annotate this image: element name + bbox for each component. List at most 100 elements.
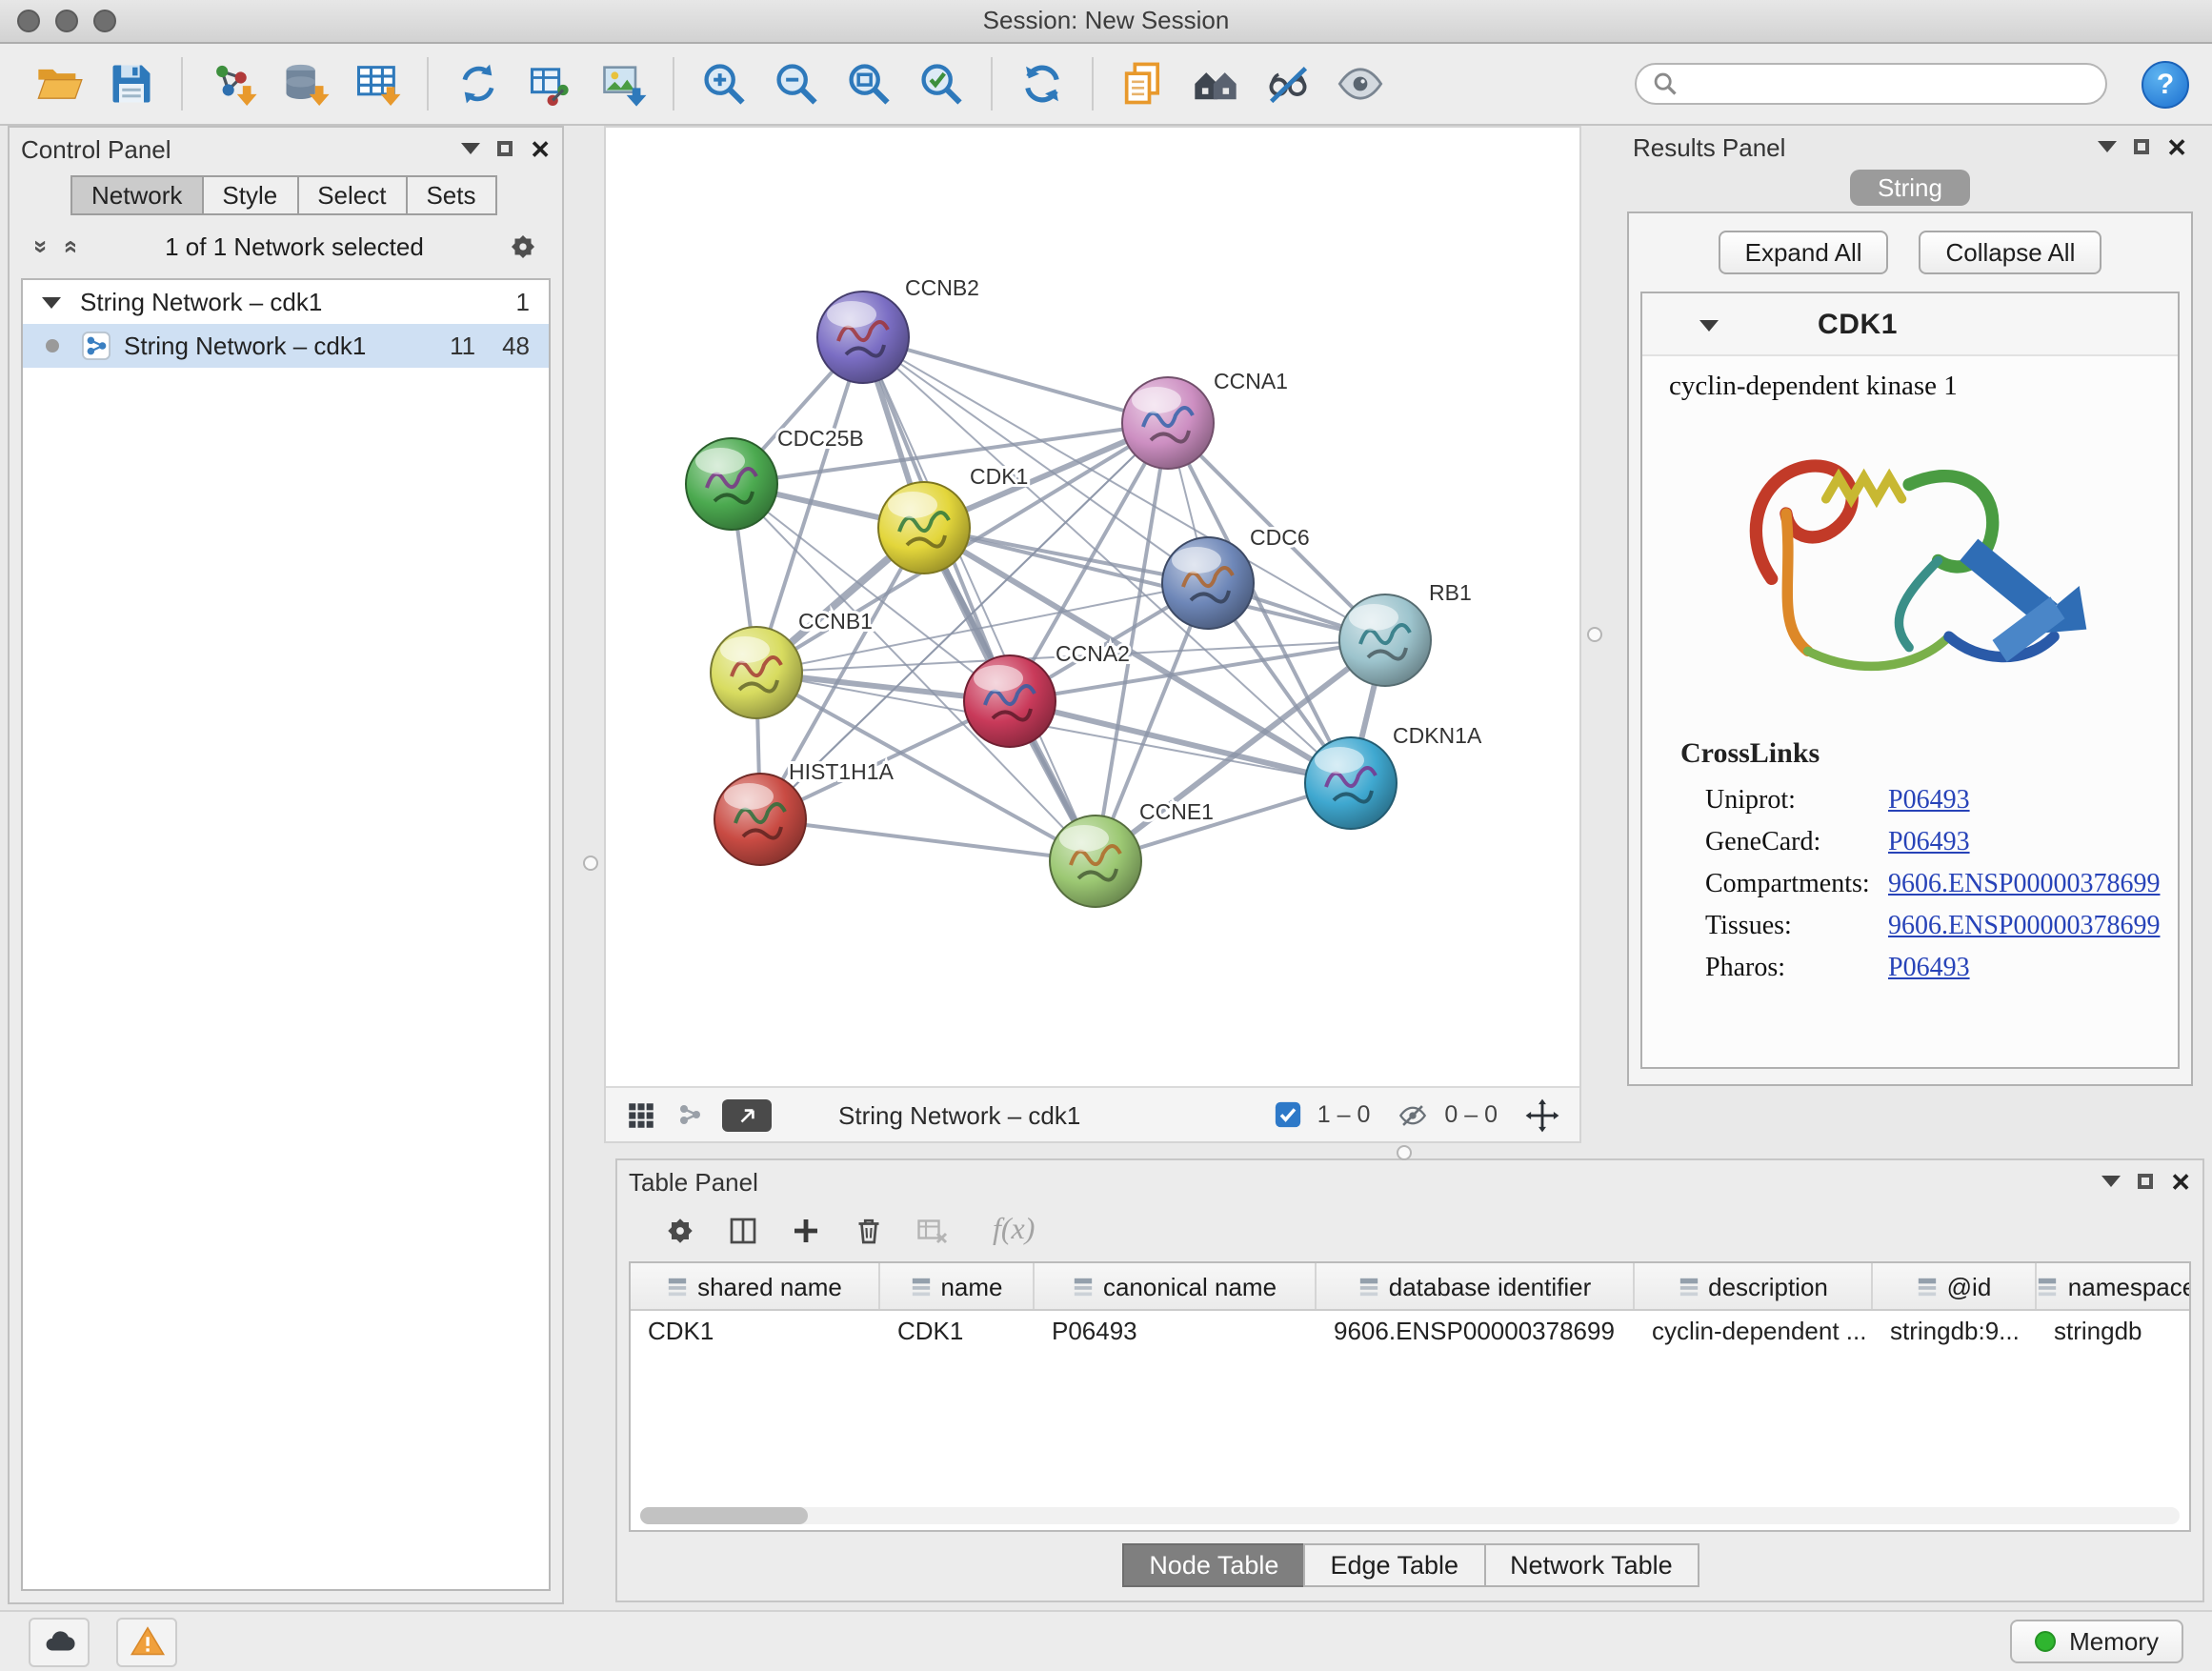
tab-node-table[interactable]: Node Table bbox=[1122, 1543, 1305, 1587]
function-builder-button[interactable]: f(x) bbox=[993, 1214, 1035, 1248]
home-networks-button[interactable] bbox=[1183, 51, 1248, 116]
tab-edge-table[interactable]: Edge Table bbox=[1303, 1543, 1485, 1587]
network-collection-row[interactable]: String Network – cdk1 1 bbox=[23, 280, 549, 324]
network-edge[interactable] bbox=[863, 337, 1096, 861]
network-node-HIST1H1A[interactable]: HIST1H1A bbox=[714, 759, 895, 865]
table-cell[interactable]: 9606.ENSP00000378699 bbox=[1317, 1311, 1635, 1353]
crosslink-link[interactable]: P06493 bbox=[1888, 955, 1970, 985]
tab-network-table[interactable]: Network Table bbox=[1483, 1543, 1699, 1587]
table-cell[interactable]: cyclin-dependent ... bbox=[1635, 1311, 1873, 1353]
network-edge[interactable] bbox=[760, 819, 1096, 861]
hide-graphics-details-button[interactable] bbox=[1256, 51, 1320, 116]
column-header[interactable]: canonical name bbox=[1035, 1263, 1317, 1309]
export-image-button[interactable] bbox=[591, 51, 655, 116]
expand-all-icon[interactable]: » bbox=[54, 233, 83, 260]
tab-style[interactable]: Style bbox=[201, 175, 298, 215]
horizontal-splitter-handle[interactable] bbox=[1397, 1145, 1412, 1160]
tab-sets[interactable]: Sets bbox=[405, 175, 496, 215]
pan-move-icon[interactable] bbox=[1524, 1097, 1560, 1133]
network-node-CDC6[interactable]: CDC6 bbox=[1162, 525, 1310, 629]
panel-close-icon[interactable]: ✕ bbox=[2170, 1169, 2191, 1194]
gene-disclosure-icon[interactable] bbox=[1699, 319, 1719, 331]
help-button[interactable]: ? bbox=[2142, 60, 2189, 108]
collection-disclosure-icon[interactable] bbox=[42, 296, 61, 308]
grid-view-icon[interactable] bbox=[625, 1098, 657, 1131]
birdseye-view-button[interactable] bbox=[722, 1098, 772, 1131]
delete-column-icon[interactable] bbox=[852, 1214, 886, 1248]
table-cell[interactable]: CDK1 bbox=[631, 1311, 880, 1353]
column-header[interactable]: description bbox=[1635, 1263, 1873, 1309]
network-canvas[interactable]: CCNB2CCNA1CDC25BCDK1CDC6RB1CCNB1CCNA2CDK… bbox=[606, 128, 1579, 1086]
panel-menu-icon[interactable] bbox=[461, 143, 480, 154]
help-question-icon: ? bbox=[2157, 68, 2174, 100]
panel-float-icon[interactable] bbox=[2134, 139, 2149, 154]
panel-float-icon[interactable] bbox=[2138, 1174, 2153, 1189]
open-session-button[interactable] bbox=[27, 51, 91, 116]
left-splitter-handle[interactable] bbox=[583, 856, 598, 871]
panel-menu-icon[interactable] bbox=[2101, 1176, 2121, 1187]
zoom-out-button[interactable] bbox=[764, 51, 829, 116]
crosslink-link[interactable]: P06493 bbox=[1888, 829, 1970, 859]
save-session-button[interactable] bbox=[99, 51, 164, 116]
crosslink-link[interactable]: 9606.ENSP00000378699 bbox=[1888, 871, 2160, 901]
collection-count: 1 bbox=[516, 288, 530, 316]
network-node-CDK1[interactable]: CDK1 bbox=[878, 464, 1028, 574]
table-cell[interactable]: P06493 bbox=[1035, 1311, 1317, 1353]
column-header[interactable]: database identifier bbox=[1317, 1263, 1635, 1309]
zoom-fit-button[interactable] bbox=[836, 51, 901, 116]
table-cell[interactable]: stringdb bbox=[2037, 1311, 2191, 1353]
zoom-selected-button[interactable] bbox=[909, 51, 974, 116]
warnings-button[interactable] bbox=[116, 1617, 177, 1666]
selected-checkbox-icon[interactable] bbox=[1276, 1101, 1302, 1128]
column-header[interactable]: name bbox=[880, 1263, 1035, 1309]
table-row[interactable]: CDK1 CDK1 P06493 9606.ENSP00000378699 cy… bbox=[631, 1311, 2189, 1353]
network-node-RB1[interactable]: RB1 bbox=[1339, 580, 1472, 686]
collapse-all-icon[interactable]: » bbox=[28, 233, 56, 260]
network-node-CCNA1[interactable]: CCNA1 bbox=[1122, 369, 1288, 469]
panel-close-icon[interactable]: ✕ bbox=[530, 136, 551, 161]
panel-menu-icon[interactable] bbox=[2098, 141, 2117, 152]
network-node-CDC25B[interactable]: CDC25B bbox=[686, 426, 864, 530]
table-options-gear-icon[interactable] bbox=[663, 1214, 697, 1248]
horizontal-scrollbar[interactable] bbox=[640, 1507, 2180, 1524]
import-table-from-file-button[interactable] bbox=[345, 51, 410, 116]
column-header[interactable]: @id bbox=[1873, 1263, 2037, 1309]
show-graphics-details-button[interactable] bbox=[1328, 51, 1393, 116]
add-column-icon[interactable] bbox=[789, 1214, 823, 1248]
network-options-gear-icon[interactable] bbox=[507, 231, 539, 263]
duplicate-document-button[interactable] bbox=[1111, 51, 1176, 116]
crosslink-link[interactable]: P06493 bbox=[1888, 787, 1970, 817]
expand-all-button[interactable]: Expand All bbox=[1719, 231, 1889, 274]
scrollbar-thumb[interactable] bbox=[640, 1507, 808, 1524]
tab-string[interactable]: String bbox=[1849, 170, 1971, 206]
column-header[interactable]: namespace bbox=[2037, 1263, 2191, 1309]
network-node-CDKN1A[interactable]: CDKN1A bbox=[1305, 723, 1482, 829]
create-network-from-table-button[interactable] bbox=[518, 51, 583, 116]
crosslink-link[interactable]: 9606.ENSP00000378699 bbox=[1888, 913, 2160, 943]
collapse-all-button[interactable]: Collapse All bbox=[1920, 231, 2102, 274]
memory-button[interactable]: Memory bbox=[2010, 1620, 2183, 1663]
import-network-from-file-button[interactable] bbox=[200, 51, 265, 116]
cloud-status-button[interactable] bbox=[29, 1617, 90, 1666]
panel-float-icon[interactable] bbox=[497, 141, 513, 156]
table-cell[interactable]: CDK1 bbox=[880, 1311, 1035, 1353]
gene-section-header[interactable]: CDK1 bbox=[1642, 293, 2178, 356]
delete-table-icon[interactable] bbox=[915, 1214, 949, 1248]
refresh-view-button[interactable] bbox=[1010, 51, 1075, 116]
panel-close-icon[interactable]: ✕ bbox=[2166, 134, 2187, 159]
tab-network[interactable]: Network bbox=[70, 175, 203, 215]
import-network-from-database-button[interactable] bbox=[272, 51, 337, 116]
tab-select[interactable]: Select bbox=[296, 175, 407, 215]
share-network-icon[interactable] bbox=[674, 1099, 705, 1130]
search-box[interactable] bbox=[1635, 63, 2107, 105]
table-cell[interactable]: stringdb:9... bbox=[1873, 1311, 2037, 1353]
network-row-selected[interactable]: String Network – cdk1 11 48 bbox=[23, 324, 549, 368]
search-input[interactable] bbox=[1690, 69, 2090, 99]
show-columns-icon[interactable] bbox=[726, 1214, 760, 1248]
hidden-eye-slash-icon[interactable] bbox=[1397, 1098, 1429, 1131]
zoom-in-button[interactable] bbox=[692, 51, 756, 116]
network-node-CCNB2[interactable]: CCNB2 bbox=[817, 275, 979, 383]
right-splitter-handle[interactable] bbox=[1587, 627, 1602, 642]
column-header[interactable]: shared name bbox=[631, 1263, 880, 1309]
clone-network-button[interactable] bbox=[446, 51, 511, 116]
